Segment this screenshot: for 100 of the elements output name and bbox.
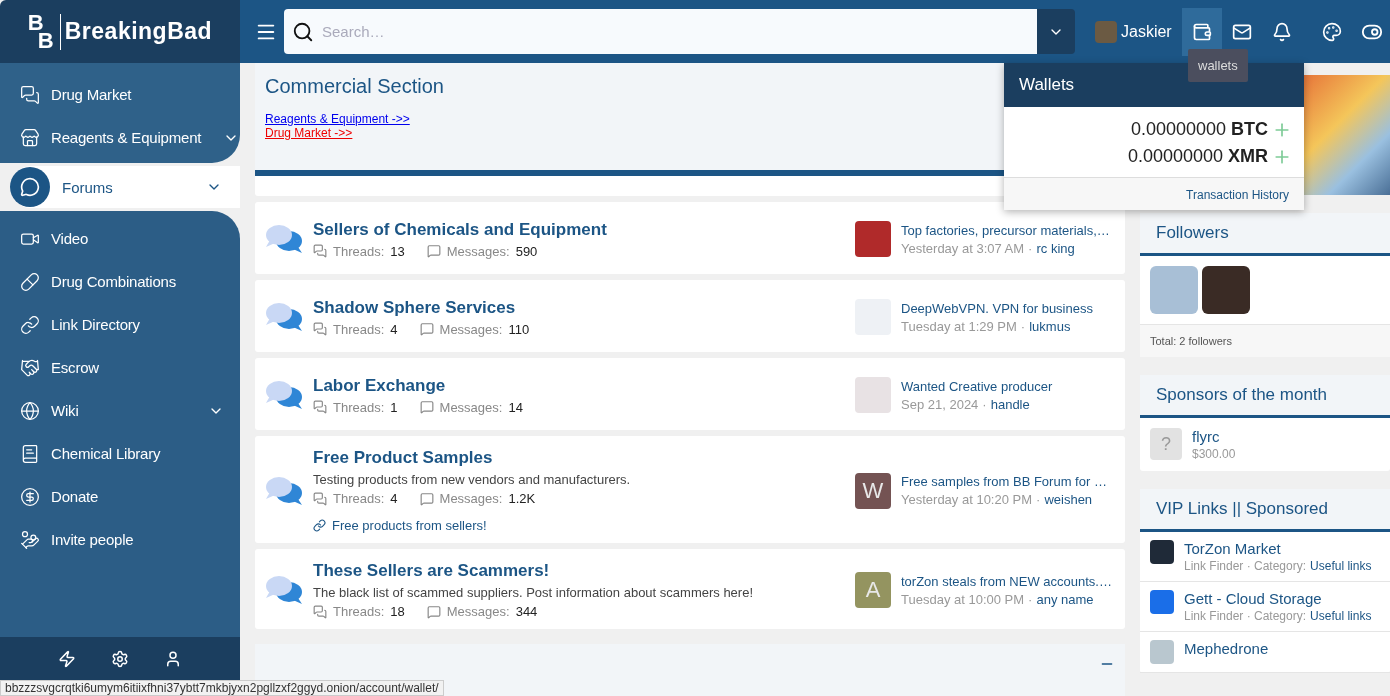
vip-link[interactable]: Gett - Cloud Storage <box>1184 590 1372 607</box>
threads-label: Threads: <box>333 399 385 415</box>
section-title: Commercial Section <box>265 75 444 98</box>
latest-thread-link[interactable]: Free samples from BB Forum for … <box>901 474 1107 489</box>
avatar-placeholder <box>1095 20 1117 43</box>
forum-bubbles-icon <box>265 301 303 333</box>
chat-icon <box>10 167 50 207</box>
pill-icon <box>20 271 40 292</box>
globe-icon <box>20 400 40 421</box>
threads-count: 1 <box>390 399 398 415</box>
latest-time: Yesterday at 3:07 AM <box>901 240 1025 256</box>
avatar-placeholder <box>1150 266 1198 314</box>
vip-link[interactable]: Mephedrone <box>1184 640 1269 657</box>
letter-avatar: W <box>855 472 891 509</box>
block-title: VIP Links || Sponsored <box>1140 489 1390 532</box>
sidebar-item[interactable]: Invite people <box>0 518 240 561</box>
latest-thread-link[interactable]: Wanted Creative producer <box>901 378 1053 394</box>
messages-label: Messages: <box>446 604 510 619</box>
wallet-icon[interactable] <box>1181 7 1222 56</box>
threads-label: Threads: <box>333 321 385 337</box>
threads-label: Threads: <box>333 604 385 619</box>
messages-label: Messages: <box>439 399 503 415</box>
threads-icon <box>313 322 327 336</box>
category-link[interactable]: Useful links <box>1310 609 1372 623</box>
logo-mark: B B <box>27 13 61 50</box>
forum-description: The black list of scammed suppliers. Post information about scammers here! <box>313 585 753 600</box>
link-meta: Link Finder · Category: <box>1184 609 1307 623</box>
wallet-balance: 0.00000000 BTC <box>1130 119 1268 140</box>
block-title: Sponsors of the month <box>1140 375 1390 418</box>
forum-title[interactable]: Labor Exchange <box>313 375 446 396</box>
sidebar-item[interactable]: Drug Market <box>0 73 240 116</box>
vip-link[interactable]: TorZon Market <box>1184 540 1372 557</box>
user-menu[interactable]: Jaskier <box>1095 20 1172 43</box>
messages-icon <box>419 400 434 414</box>
username-link[interactable]: any name <box>1036 591 1094 607</box>
search-icon <box>292 20 314 43</box>
latest-thread-link[interactable]: DeepWebVPN. VPN for business <box>901 300 1093 316</box>
link-icon <box>313 519 326 532</box>
threads-icon <box>313 244 327 258</box>
sidebar-item[interactable]: Forums <box>10 166 240 208</box>
sidebar-item[interactable]: Link Directory <box>0 303 240 346</box>
threads-icon <box>313 604 327 619</box>
sidebar-item[interactable]: Wiki <box>0 389 240 432</box>
threads-label: Threads: <box>333 491 385 506</box>
messages-icon <box>419 322 434 336</box>
forum-title[interactable]: These Sellers are Scammers! <box>313 561 550 581</box>
section-link[interactable]: Reagents & Equipment ->> <box>265 112 410 126</box>
username-link[interactable]: rc king <box>1036 240 1075 256</box>
settings-icon[interactable] <box>111 649 129 668</box>
sponsor-amount: $300.00 <box>1192 447 1236 461</box>
latest-time: Tuesday at 10:00 PM <box>901 591 1025 607</box>
forum-bubbles-icon <box>265 574 303 606</box>
latest-thread-link[interactable]: Top factories, precursor materials,… <box>901 222 1110 238</box>
latest-thread-link[interactable]: torZon steals from NEW accounts.… <box>901 573 1112 589</box>
search-field[interactable]: Search… <box>320 22 1037 41</box>
threads-label: Threads: <box>333 243 385 259</box>
lightning-icon[interactable] <box>57 649 76 668</box>
separator: · <box>1036 492 1041 507</box>
sidebar-item[interactable]: Chemical Library <box>0 432 240 475</box>
section-link[interactable]: Drug Market ->> <box>265 126 353 140</box>
messages-count: 1.2K <box>508 491 536 506</box>
threads-count: 13 <box>390 243 405 259</box>
forum-description: Testing products from new vendors and manufacturers. <box>313 472 631 487</box>
username-link[interactable]: weishen <box>1044 492 1093 507</box>
store-icon <box>20 127 40 148</box>
placeholder-avatar: ? <box>1150 428 1182 460</box>
sidebar-item[interactable]: Escrow <box>0 346 240 389</box>
search-bar[interactable]: Search… <box>284 9 1037 54</box>
latest-time: Tuesday at 1:29 PM <box>901 318 1017 334</box>
subforum-link[interactable]: Free products from sellers! <box>313 518 487 533</box>
sidebar-item[interactable]: Donate <box>0 475 240 518</box>
forum-title[interactable]: Free Product Samples <box>313 448 493 468</box>
status-bar-url: bbzzzsvgcrqtki6umym6itiixfhni37ybtt7mkbjyxn2pgllzxf2ggyd.onion/account/wallet/ <box>0 680 444 696</box>
transaction-history-link[interactable]: Transaction History <box>1004 178 1304 210</box>
forum-title[interactable]: Shadow Sphere Services <box>313 297 516 318</box>
latest-time: Yesterday at 10:20 PM <box>901 492 1033 507</box>
avatar-placeholder <box>1202 266 1250 314</box>
book-icon <box>20 443 40 464</box>
username-link[interactable]: handle <box>990 396 1030 412</box>
sponsor-name[interactable]: flyrc <box>1192 428 1236 445</box>
sidebar-item[interactable]: Reagents & Equipment <box>0 116 240 159</box>
messages-icon <box>419 491 434 506</box>
block-title: Followers <box>1140 213 1390 256</box>
forum-title[interactable]: Sellers of Chemicals and Equipment <box>313 219 607 240</box>
sidebar-item[interactable]: Drug Combinations <box>0 260 240 303</box>
messages-label: Messages: <box>446 243 510 259</box>
wallet-balance: 0.00000000 XMR <box>1127 146 1268 167</box>
separator: · <box>982 396 987 412</box>
category-link[interactable]: Useful links <box>1310 559 1372 573</box>
messages-count: 590 <box>515 243 538 259</box>
threads-icon <box>313 400 327 414</box>
logo-text: BreakingBad <box>64 18 213 45</box>
separator: · <box>1020 318 1026 334</box>
messages-count: 110 <box>508 321 530 337</box>
forum-bubbles-icon <box>265 379 303 411</box>
separator: · <box>1028 591 1033 607</box>
messages-label: Messages: <box>439 321 503 337</box>
followers-total: Total: 2 followers <box>1140 324 1390 357</box>
username-link[interactable]: lukmus <box>1029 318 1071 334</box>
sidebar-item[interactable]: Video <box>0 217 240 260</box>
